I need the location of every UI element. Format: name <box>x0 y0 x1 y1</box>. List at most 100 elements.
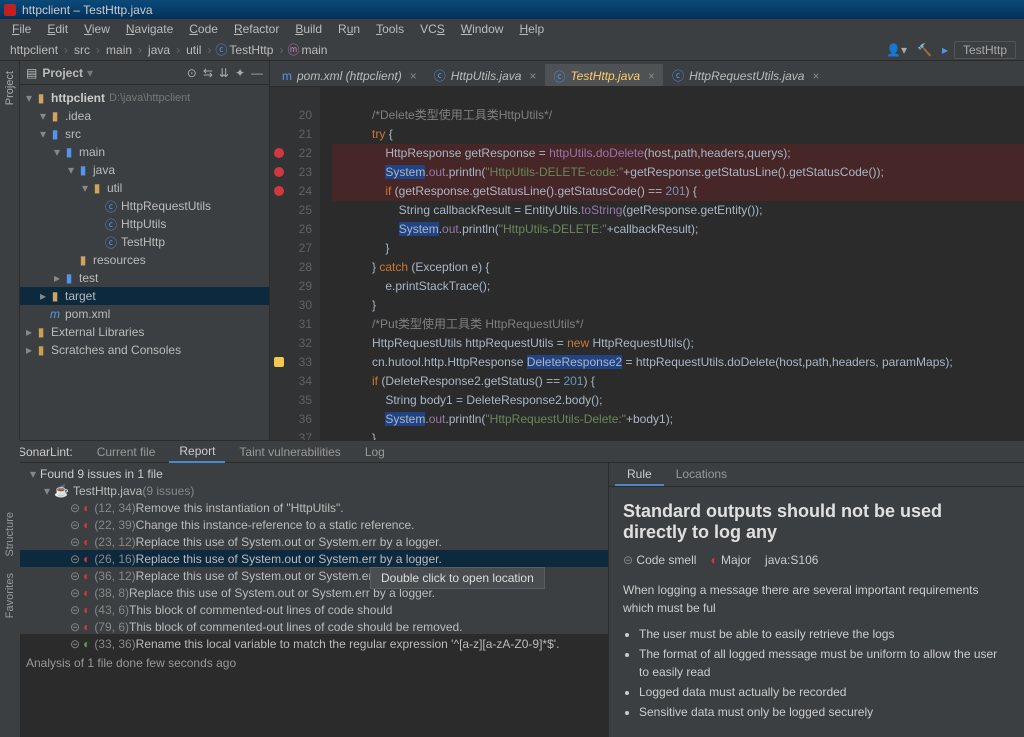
code-line[interactable]: } <box>332 296 1024 315</box>
tree-node[interactable]: ▸▮External Libraries <box>20 323 269 341</box>
expand-icon[interactable]: ⇆ <box>203 66 213 80</box>
intention-bulb-icon[interactable] <box>274 357 284 367</box>
editor-tab[interactable]: ⓒHttpRequestUtils.java× <box>664 64 827 86</box>
menu-file[interactable]: File <box>4 20 39 38</box>
tree-node[interactable]: ▸▮Scratches and Consoles <box>20 341 269 359</box>
run-config-selector[interactable]: ▸ TestHttp <box>942 41 1016 59</box>
menu-bar[interactable]: FileEditViewNavigateCodeRefactorBuildRun… <box>0 19 1024 39</box>
breadcrumb[interactable]: main <box>104 43 134 57</box>
structure-tool-label[interactable]: Structure <box>4 504 16 565</box>
issue-file[interactable]: ▾☕TestHttp.java (9 issues) <box>20 482 608 499</box>
issue-list: ▾Found 9 issues in 1 file ▾☕TestHttp.jav… <box>20 463 608 737</box>
menu-window[interactable]: Window <box>453 20 512 38</box>
user-icon[interactable]: 👤▾ <box>886 43 907 57</box>
editor-tab[interactable]: mpom.xml (httpclient)× <box>274 64 425 86</box>
breadcrumb[interactable]: util <box>184 43 203 57</box>
code-line[interactable]: System.out.println("HttpUtils-DELETE-cod… <box>332 163 1024 182</box>
code-area[interactable]: 20212223242526272829303132333435363738 /… <box>270 87 1024 440</box>
tree-node[interactable]: ⓒHttpRequestUtils <box>20 197 269 215</box>
menu-refactor[interactable]: Refactor <box>226 20 287 38</box>
code-line[interactable]: System.out.println("HttpUtils-DELETE:"+c… <box>332 220 1024 239</box>
issue-row[interactable]: ⊝◐(33, 36) Rename this local variable to… <box>20 635 608 652</box>
breadcrumb[interactable]: java <box>146 43 172 57</box>
rule-tab[interactable]: Rule <box>615 463 664 486</box>
code-line[interactable]: if (getResponse.getStatusLine().getStatu… <box>332 182 1024 201</box>
code-line[interactable]: } <box>332 239 1024 258</box>
editor-tab[interactable]: ⓒHttpUtils.java× <box>426 64 545 86</box>
window-title: httpclient – TestHttp.java <box>22 3 153 17</box>
breadcrumb[interactable]: src <box>72 43 92 57</box>
issue-row[interactable]: ⊝◐(79, 6) This block of commented-out li… <box>20 618 608 635</box>
tree-node[interactable]: ▾▮util <box>20 179 269 197</box>
locate-icon[interactable]: ⊙ <box>187 66 197 80</box>
breakpoint-icon[interactable] <box>274 148 284 158</box>
code-line[interactable] <box>332 87 1024 106</box>
menu-code[interactable]: Code <box>181 20 226 38</box>
code-line[interactable]: e.printStackTrace(); <box>332 277 1024 296</box>
code-line[interactable]: } catch (Exception e) { <box>332 258 1024 277</box>
collapse-icon[interactable]: ⇊ <box>219 66 229 80</box>
editor-tab[interactable]: ⓒTestHttp.java× <box>545 64 663 86</box>
code-line[interactable]: /*Put类型使用工具类 HttpRequestUtils*/ <box>332 315 1024 334</box>
tree-node[interactable]: ⓒHttpUtils <box>20 215 269 233</box>
app-icon <box>4 4 16 16</box>
tree-node[interactable]: ▸▮target <box>20 287 269 305</box>
close-icon[interactable]: × <box>529 69 536 83</box>
breadcrumb[interactable]: main <box>299 43 329 57</box>
tree-node[interactable]: ▾▮.idea <box>20 107 269 125</box>
sonar-tab[interactable]: Log <box>355 442 395 462</box>
code-line[interactable]: System.out.println("HttpRequestUtils-Del… <box>332 410 1024 429</box>
hide-icon[interactable]: — <box>251 66 263 80</box>
close-icon[interactable]: × <box>410 69 417 83</box>
code-line[interactable]: } <box>332 429 1024 440</box>
menu-vcs[interactable]: VCS <box>412 20 453 38</box>
build-icon[interactable]: 🔨 <box>917 43 932 57</box>
tree-root[interactable]: ▾▮httpclientD:\java\httpclient <box>20 89 269 107</box>
code-line[interactable]: if (DeleteResponse2.getStatus() == 201) … <box>332 372 1024 391</box>
code-line[interactable]: String body1 = DeleteResponse2.body(); <box>332 391 1024 410</box>
tree-node[interactable]: ▾▮src <box>20 125 269 143</box>
code-line[interactable]: HttpRequestUtils httpRequestUtils = new … <box>332 334 1024 353</box>
menu-view[interactable]: View <box>76 20 118 38</box>
chevron-down-icon[interactable]: ▾ <box>87 66 93 80</box>
issue-row[interactable]: ⊝◐(22, 39) Change this instance-referenc… <box>20 516 608 533</box>
code-line[interactable]: try { <box>332 125 1024 144</box>
menu-tools[interactable]: Tools <box>368 20 412 38</box>
gutter[interactable]: 20212223242526272829303132333435363738 <box>270 87 320 440</box>
code-line[interactable]: HttpResponse getResponse = httpUtils.doD… <box>332 144 1024 163</box>
sonar-tab[interactable]: Current file <box>87 442 166 462</box>
breadcrumb[interactable]: httpclient <box>8 43 60 57</box>
favorites-tool-label[interactable]: Favorites <box>4 565 16 626</box>
issue-row[interactable]: ⊝◐(12, 34) Remove this instantiation of … <box>20 499 608 516</box>
tree-node[interactable]: ▾▮java <box>20 161 269 179</box>
project-tool-label[interactable]: Project <box>4 65 16 111</box>
tree-node[interactable]: ▮resources <box>20 251 269 269</box>
breakpoint-icon[interactable] <box>274 186 284 196</box>
breadcrumb[interactable]: TestHttp <box>227 43 275 57</box>
rule-tab[interactable]: Locations <box>664 463 739 486</box>
project-header: ▤ Project ▾ ⊙ ⇆ ⇊ ✦ — <box>20 61 269 85</box>
tree-node[interactable]: ▸▮test <box>20 269 269 287</box>
menu-run[interactable]: Run <box>330 20 368 38</box>
tree-node[interactable]: ⓒTestHttp <box>20 233 269 251</box>
issue-row[interactable]: ⊝◐(26, 16) Replace this use of System.ou… <box>20 550 608 567</box>
issue-row[interactable]: ⊝◐(43, 6) This block of commented-out li… <box>20 601 608 618</box>
menu-help[interactable]: Help <box>511 20 552 38</box>
navigation-bar: httpclient›src›main›java›util›ⓒ TestHttp… <box>0 39 1024 61</box>
menu-navigate[interactable]: Navigate <box>118 20 181 38</box>
code-line[interactable]: /*Delete类型使用工具类HttpUtils*/ <box>332 106 1024 125</box>
code-line[interactable]: String callbackResult = EntityUtils.toSt… <box>332 201 1024 220</box>
sonar-tab[interactable]: Taint vulnerabilities <box>229 442 350 462</box>
sonar-tab[interactable]: Report <box>169 441 225 463</box>
tree-node[interactable]: mpom.xml <box>20 305 269 323</box>
code-body[interactable]: /*Delete类型使用工具类HttpUtils*/ try { HttpRes… <box>320 87 1024 440</box>
close-icon[interactable]: × <box>812 69 819 83</box>
menu-build[interactable]: Build <box>287 20 330 38</box>
breakpoint-icon[interactable] <box>274 167 284 177</box>
menu-edit[interactable]: Edit <box>39 20 76 38</box>
gear-icon[interactable]: ✦ <box>235 66 245 80</box>
tree-node[interactable]: ▾▮main <box>20 143 269 161</box>
code-line[interactable]: cn.hutool.http.HttpResponse DeleteRespon… <box>332 353 1024 372</box>
close-icon[interactable]: × <box>648 69 655 83</box>
issue-row[interactable]: ⊝◐(23, 12) Replace this use of System.ou… <box>20 533 608 550</box>
